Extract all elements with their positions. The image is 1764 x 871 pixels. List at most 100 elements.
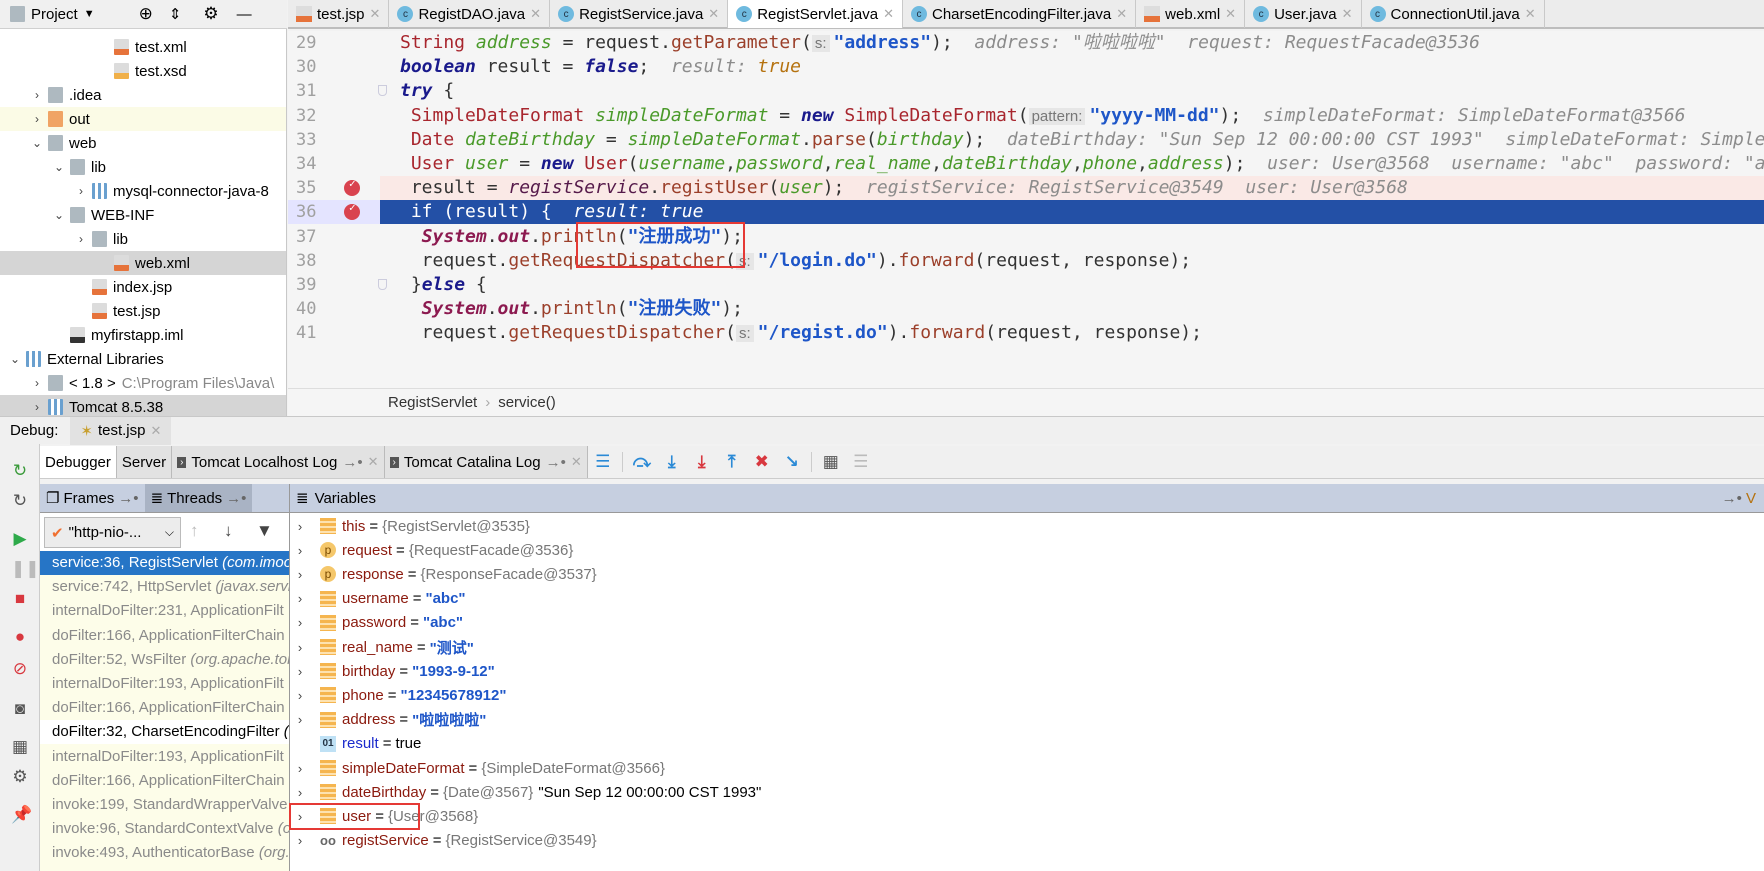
chevron-right-icon[interactable]: › <box>290 591 310 606</box>
variable-row[interactable]: › password = "abc" <box>290 611 463 635</box>
close-icon[interactable]: ✕ <box>1225 6 1236 22</box>
frame-row[interactable]: doFilter:166, ApplicationFilterChain <box>40 696 289 720</box>
code-line[interactable]: 37 System.out.println("注册成功"); <box>288 225 1764 249</box>
breakpoint-icon[interactable] <box>344 172 360 197</box>
variable-row[interactable]: › real_name = "测试" <box>290 635 474 659</box>
trace-icon[interactable]: ☰ <box>846 446 876 478</box>
layout-icon[interactable]: ▦ <box>11 738 29 756</box>
chevron-down-icon[interactable]: ⌄ <box>8 352 22 366</box>
pin-tab-icon[interactable]: →• V <box>1722 490 1756 507</box>
run-to-cursor-icon[interactable]: ↘ <box>777 446 807 478</box>
frame-row[interactable]: invoke:493, AuthenticatorBase (org. <box>40 841 289 865</box>
code-line[interactable]: 38 request.getRequestDispatcher(s: "/logi… <box>288 249 1764 273</box>
chevron-right-icon[interactable]: › <box>30 112 44 126</box>
variable-row[interactable]: › p request = {RequestFacade@3536} <box>290 538 574 562</box>
tab-registservice-java[interactable]: c RegistService.java ✕ <box>550 0 729 28</box>
variable-row[interactable]: › phone = "12345678912" <box>290 683 507 707</box>
force-step-into-icon[interactable]: ⤓ <box>687 446 717 478</box>
camera-icon[interactable]: ◙ <box>11 700 29 718</box>
settings-icon[interactable]: ⚙ <box>11 768 29 786</box>
stop-icon[interactable]: ■ <box>11 590 29 608</box>
chevron-right-icon[interactable]: › <box>290 833 310 848</box>
chevron-down-icon[interactable]: ⌄ <box>30 136 44 150</box>
tree-item[interactable]: test.xsd <box>0 59 286 83</box>
evaluate-expression-icon[interactable]: ▦ <box>816 446 846 478</box>
view-breakpoints-icon[interactable]: ● <box>11 628 29 646</box>
collapse-all-icon[interactable]: ⇕ <box>169 5 182 23</box>
frame-row[interactable]: internalDoFilter:231, ApplicationFilt <box>40 599 289 623</box>
tab-registdao-java[interactable]: c RegistDAO.java ✕ <box>389 0 551 28</box>
tab-test-jsp[interactable]: test.jsp ✕ <box>288 0 390 28</box>
close-icon[interactable]: ✕ <box>530 6 541 22</box>
pin-tab-icon[interactable]: →• <box>118 490 138 507</box>
mute-breakpoints-icon[interactable]: ⊘ <box>11 660 29 678</box>
tree-item[interactable]: › < 1.8 > C:\Program Files\Java\ <box>0 371 286 395</box>
pause-icon[interactable]: ❚❚ <box>11 560 40 578</box>
breadcrumb-class[interactable]: RegistServlet <box>388 394 477 411</box>
chevron-right-icon[interactable]: › <box>290 761 310 776</box>
frame-row[interactable]: doFilter:166, ApplicationFilterChain <box>40 769 289 793</box>
variable-row[interactable]: › dateBirthday = {Date@3567} "Sun Sep 12 00:… <box>290 780 762 804</box>
code-line[interactable]: 30 boolean result = false; result: true <box>288 55 1764 79</box>
code-line[interactable]: 35 result = registService.registUser(use… <box>288 172 1764 201</box>
chevron-right-icon[interactable]: › <box>30 88 44 102</box>
code-line[interactable]: 39 }else { <box>288 273 1764 297</box>
tree-item[interactable]: test.xml <box>0 35 286 59</box>
chevron-right-icon[interactable]: › <box>290 785 310 800</box>
chevron-right-icon[interactable]: › <box>74 184 88 198</box>
step-over-icon[interactable]: ⤼ <box>627 446 657 478</box>
close-icon[interactable]: ✕ <box>150 423 161 439</box>
chevron-right-icon[interactable]: › <box>290 640 310 655</box>
frame-row[interactable]: doFilter:52, WsFilter (org.apache.tor <box>40 648 289 672</box>
fold-icon[interactable] <box>378 85 387 97</box>
code-line[interactable]: 34 User user = new User(username,passwor… <box>288 152 1764 176</box>
frame-row[interactable]: invoke:96, StandardContextValve (o <box>40 817 289 841</box>
tree-item[interactable]: ⌄ web <box>0 131 286 155</box>
code-line[interactable]: 41 request.getRequestDispatcher(s: "/regi… <box>288 321 1764 345</box>
pin-icon[interactable]: 📌 <box>11 806 32 824</box>
code-line[interactable]: 31 try { <box>288 79 1764 103</box>
resume-icon[interactable]: ▶ <box>11 530 29 548</box>
tab-tomcat-localhost-log[interactable]: › Tomcat Localhost Log →• ✕ <box>172 446 385 478</box>
frame-row[interactable]: service:742, HttpServlet (javax.servle <box>40 575 289 599</box>
tree-item[interactable]: › .idea <box>0 83 286 107</box>
close-icon[interactable]: ✕ <box>708 6 719 22</box>
chevron-right-icon[interactable]: › <box>30 400 44 414</box>
variable-row[interactable]: › birthday = "1993-9-12" <box>290 659 495 683</box>
chevron-right-icon[interactable]: › <box>290 688 310 703</box>
chevron-right-icon[interactable]: › <box>290 543 310 558</box>
close-icon[interactable]: ✕ <box>1525 6 1536 22</box>
pin-tab-icon[interactable]: →• <box>226 490 246 507</box>
chevron-down-icon[interactable]: ▼ <box>84 8 95 20</box>
chevron-down-icon[interactable]: ⌄ <box>52 208 66 222</box>
close-icon[interactable]: ✕ <box>1342 6 1353 22</box>
tree-item[interactable]: › mysql-connector-java-8 <box>0 179 286 203</box>
tree-item[interactable]: ⌄ External Libraries <box>0 347 286 371</box>
close-icon[interactable]: ✕ <box>571 454 582 470</box>
frame-row[interactable]: internalDoFilter:193, ApplicationFilt <box>40 745 289 769</box>
chevron-right-icon[interactable]: › <box>290 712 310 727</box>
frame-row[interactable]: invoke:199, StandardWrapperValve <box>40 793 289 817</box>
arrow-down-icon[interactable]: ↓ <box>224 521 233 541</box>
hide-icon[interactable]: — <box>237 6 252 23</box>
tree-item[interactable]: ⌄ WEB-INF <box>0 203 286 227</box>
tab-registservlet-java[interactable]: c RegistServlet.java ✕ <box>728 0 903 28</box>
tree-item[interactable]: index.jsp <box>0 275 286 299</box>
tree-item[interactable]: myfirstapp.iml <box>0 323 286 347</box>
variable-row[interactable]: › oo registService = {RegistService@3549} <box>290 829 597 853</box>
thread-selector[interactable]: ✔ "http-nio-... ⌵ <box>44 517 181 548</box>
chevron-down-icon[interactable]: ⌄ <box>52 160 66 174</box>
gear-icon[interactable]: ⚙ <box>203 4 218 24</box>
code-editor[interactable]: 29 String address = request.getParameter(… <box>288 31 1764 388</box>
rerun-icon[interactable]: ↻ <box>11 462 29 480</box>
code-line[interactable]: 33 Date dateBirthday = simpleDateFormat.… <box>288 128 1764 152</box>
tab-web-xml[interactable]: web.xml ✕ <box>1136 0 1246 28</box>
breadcrumb-method[interactable]: service() <box>498 394 556 411</box>
tab-user-java[interactable]: c User.java ✕ <box>1245 0 1362 28</box>
variable-row[interactable]: › this = {RegistServlet@3535} <box>290 514 530 538</box>
pin-tab-icon[interactable]: →• <box>342 454 362 471</box>
tree-item[interactable]: › lib <box>0 227 286 251</box>
show-execution-point-icon[interactable]: ☰ <box>588 446 618 478</box>
tab-server[interactable]: Server <box>116 446 173 478</box>
tree-item[interactable]: › Tomcat 8.5.38 <box>0 395 286 416</box>
